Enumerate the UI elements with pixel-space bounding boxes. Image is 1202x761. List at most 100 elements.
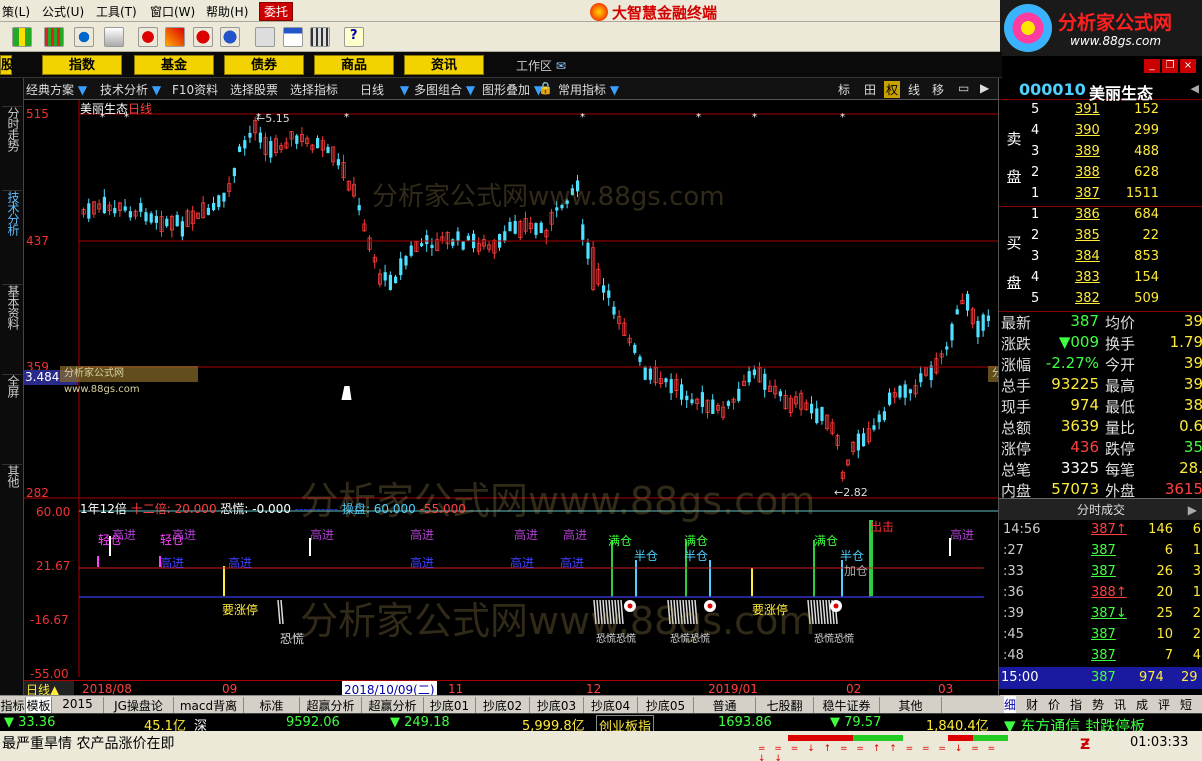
stop-icon[interactable]	[193, 27, 213, 47]
classic-scheme-menu[interactable]: 经典方案 ▼	[26, 81, 87, 98]
news-headline[interactable]: 最严重旱情 农产品涨价在即	[2, 733, 174, 753]
formula-tab[interactable]: 稳牛证券	[814, 697, 880, 713]
right-tab[interactable]: 财	[1026, 696, 1038, 713]
price: 389	[1075, 144, 1100, 159]
help-icon[interactable]: ?	[344, 27, 364, 47]
category-commodity-button[interactable]: 商品	[314, 55, 394, 75]
close-icon[interactable]: ×	[1180, 59, 1196, 73]
formula-tab[interactable]: JG操盘论	[104, 697, 174, 713]
menu-help[interactable]: 帮助(H)	[206, 3, 248, 20]
quote-row: 总额 3639 量比 0.6	[999, 417, 1202, 438]
menu-window[interactable]: 窗口(W)	[150, 3, 195, 20]
formula-tab[interactable]: 指标	[0, 697, 26, 713]
formula-tab[interactable]: 超赢分析	[362, 697, 424, 713]
buy-level-row[interactable]: 3 384 853	[999, 249, 1202, 270]
formula-tab[interactable]: 抄底05	[638, 697, 694, 713]
globe-icon[interactable]	[220, 27, 240, 47]
sell-level-row[interactable]: 1 387 1511	[999, 186, 1202, 207]
right-tab[interactable]: 细	[1004, 696, 1017, 713]
formula-tab[interactable]: 超赢分析	[300, 697, 362, 713]
fenshi-header[interactable]: 分时成交 ▶	[999, 498, 1202, 520]
formula-tab[interactable]: 模板	[26, 697, 52, 713]
right-tabs: 细财价指势讯成评短	[1000, 695, 1202, 713]
sell-level-row[interactable]: 4 390 299	[999, 123, 1202, 144]
book-icon[interactable]	[310, 27, 330, 47]
overlay-menu[interactable]: 图形叠加 ▼	[482, 81, 543, 98]
category-news-button[interactable]: 资讯	[404, 55, 484, 75]
diamond-icon[interactable]	[165, 27, 185, 47]
category-bond-button[interactable]: 债券	[224, 55, 304, 75]
window-icon[interactable]	[283, 27, 303, 47]
formula-tab[interactable]: 标准	[244, 697, 300, 713]
dzh-logo-icon	[590, 3, 608, 21]
right-tab[interactable]: 短	[1180, 696, 1192, 713]
sell-level-row[interactable]: 2 388 628	[999, 165, 1202, 186]
formula-tab[interactable]: 抄底03	[530, 697, 584, 713]
workarea-button[interactable]: 工作区 ✉	[516, 57, 566, 74]
tab-intraday[interactable]: 分时走势	[2, 106, 22, 170]
menu-formula[interactable]: 公式(U)	[42, 3, 84, 20]
fenshi-arrow-icon[interactable]: ▶	[1188, 499, 1197, 521]
binoculars-icon[interactable]	[74, 27, 94, 47]
tab-fullscreen[interactable]: 全屏	[2, 374, 22, 410]
right-tab[interactable]: 成	[1136, 696, 1148, 713]
candle-body	[737, 388, 741, 401]
period-indicator[interactable]: 日线▲	[24, 681, 74, 697]
monitor-icon[interactable]	[104, 27, 124, 47]
buy-level-row[interactable]: 4 383 154	[999, 270, 1202, 291]
formula-tab[interactable]: 七股翻	[756, 697, 814, 713]
lock-icon[interactable]: 🔒	[538, 81, 553, 95]
category-stock-button[interactable]: 股	[0, 55, 14, 75]
restore-icon[interactable]: ❐	[1162, 59, 1178, 73]
menu-tools[interactable]: 工具(T)	[96, 3, 137, 20]
bars-icon[interactable]	[44, 27, 64, 47]
entrust-button[interactable]: 委托	[259, 2, 294, 21]
common-indicator-menu[interactable]: 常用指标 ▼	[558, 81, 619, 98]
buy-level-row[interactable]: 5 382 509	[999, 291, 1202, 312]
lightning-icon[interactable]: Ƶ	[1080, 737, 1090, 753]
line-button[interactable]: 线	[908, 81, 920, 98]
right-tab[interactable]: 价	[1048, 696, 1060, 713]
f10-button[interactable]: F10资料	[172, 81, 218, 98]
layout-icon[interactable]	[255, 27, 275, 47]
right-tab[interactable]: 势	[1092, 696, 1104, 713]
grid-button[interactable]: 田	[864, 81, 876, 98]
formula-tab[interactable]: 2015	[52, 697, 104, 713]
tab-technical[interactable]: 技术分析	[2, 190, 22, 254]
tab-other[interactable]: 其他	[2, 464, 22, 500]
next-panel-icon[interactable]: ▶	[980, 81, 989, 95]
panel-arrow-icon[interactable]: ◀	[1191, 82, 1199, 95]
rights-button[interactable]: 权	[884, 81, 901, 98]
buy-level-row[interactable]: 1 386 684	[999, 207, 1202, 228]
mark-button[interactable]: 标	[838, 81, 850, 98]
multi-chart-menu[interactable]: 多图组合 ▼	[414, 81, 475, 98]
select-stock-button[interactable]: 选择股票	[230, 81, 278, 98]
tab-fundamentals[interactable]: 基本资料	[2, 284, 22, 348]
move-button[interactable]: 移	[932, 81, 944, 98]
window-toggle-icon[interactable]: ▭	[958, 81, 969, 95]
sell-level-row[interactable]: 5 391 152	[999, 102, 1202, 123]
formula-tab[interactable]: 普通	[694, 697, 756, 713]
candle-body	[451, 239, 455, 246]
category-index-button[interactable]: 指数	[42, 55, 122, 75]
right-tab[interactable]: 指	[1070, 696, 1082, 713]
category-fund-button[interactable]: 基金	[134, 55, 214, 75]
menu-strategy[interactable]: 策(L)	[2, 3, 30, 20]
formula-tab[interactable]: 抄底04	[584, 697, 638, 713]
right-tab[interactable]: 评	[1158, 696, 1170, 713]
right-tab[interactable]: 讯	[1114, 696, 1126, 713]
kline-chart[interactable]: * * * * * * * *	[24, 100, 998, 677]
period-menu[interactable]: 日线 ▼	[360, 81, 409, 98]
formula-tab[interactable]: 抄底02	[476, 697, 530, 713]
price: 383	[1075, 270, 1100, 285]
sell-level-row[interactable]: 3 389 488	[999, 144, 1202, 165]
minimize-icon[interactable]: _	[1144, 59, 1160, 73]
buy-level-row[interactable]: 2 385 22	[999, 228, 1202, 249]
technical-analysis-menu[interactable]: 技术分析 ▼	[100, 81, 161, 98]
select-indicator-button[interactable]: 选择指标	[290, 81, 338, 98]
formula-tab[interactable]: 抄底01	[424, 697, 476, 713]
alert-icon[interactable]	[138, 27, 158, 47]
formula-tab[interactable]: 其他	[880, 697, 942, 713]
formula-tab[interactable]: macd背离	[174, 697, 244, 713]
flag-icon[interactable]	[12, 27, 32, 47]
